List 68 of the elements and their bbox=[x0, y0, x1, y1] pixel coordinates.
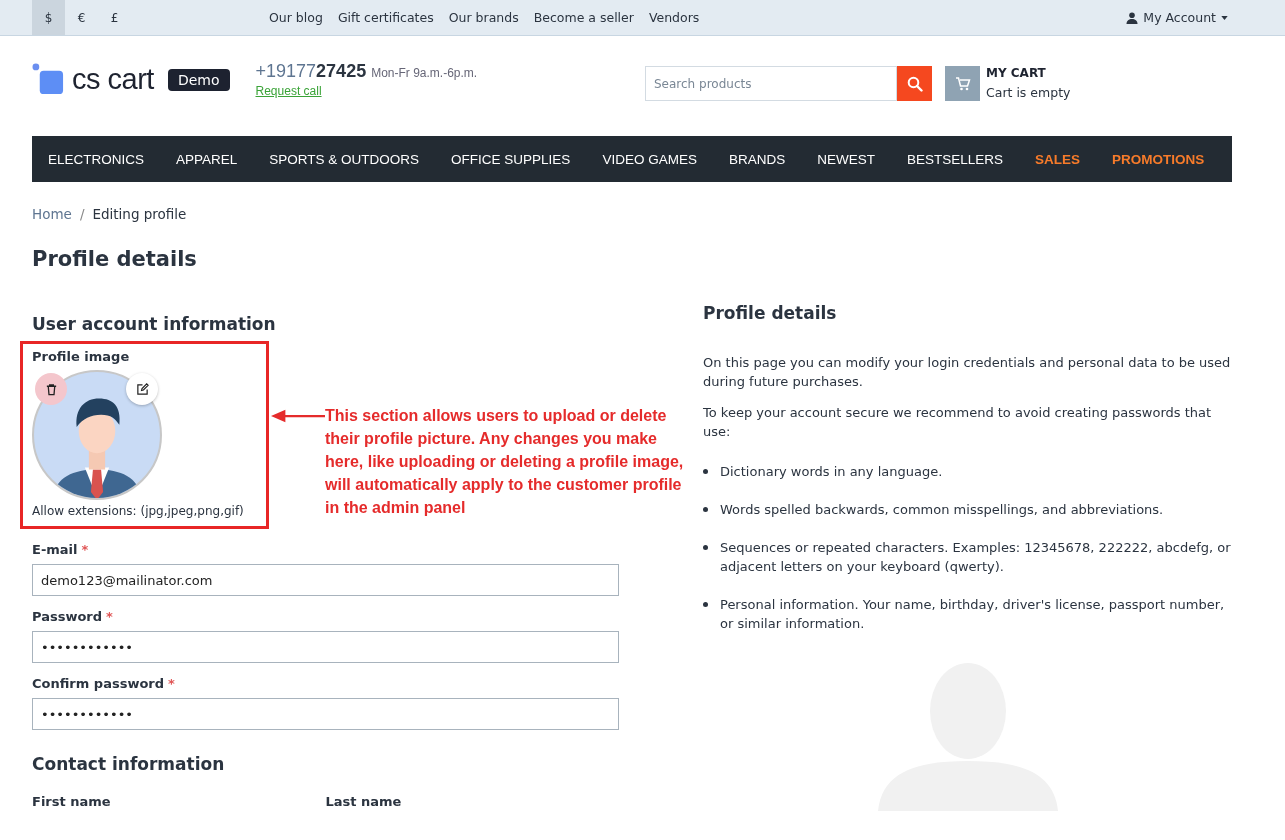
page-title: Profile details bbox=[32, 247, 198, 271]
required-mark: * bbox=[81, 542, 89, 557]
top-link[interactable]: Become a seller bbox=[533, 10, 634, 25]
menu-item[interactable]: VIDEO GAMES bbox=[602, 151, 697, 167]
bullet-icon bbox=[703, 507, 708, 512]
extensions-hint: Allow extensions: (jpg,jpeg,png,gif) bbox=[32, 504, 245, 518]
menu-item[interactable]: PROMOTIONS bbox=[1112, 151, 1205, 167]
top-link[interactable]: Our brands bbox=[448, 10, 519, 25]
cart-status: Cart is empty bbox=[986, 85, 1071, 100]
input-field[interactable]: demo123@mailinator.com bbox=[32, 564, 619, 596]
breadcrumb-link[interactable]: Home bbox=[32, 206, 72, 222]
edit-image-button[interactable] bbox=[126, 373, 158, 405]
menu-item[interactable]: ELECTRONICS bbox=[48, 151, 145, 167]
cart-title[interactable]: MY CART bbox=[986, 66, 1071, 80]
search-icon bbox=[906, 75, 923, 92]
menu-item[interactable]: SPORTS & OUTDOORS bbox=[269, 151, 420, 167]
user-icon bbox=[1126, 11, 1139, 24]
currency-option[interactable]: $ bbox=[32, 0, 65, 35]
logo-icon bbox=[32, 63, 65, 96]
info-paragraph: To keep your account secure we recommend to avoid creating passwords that use: bbox=[703, 404, 1213, 441]
top-link[interactable]: Gift certificates bbox=[337, 10, 434, 25]
info-paragraph: On this page you can modify your login credentials and personal data to be used during future purchases. bbox=[703, 354, 1232, 391]
bullet-icon bbox=[703, 545, 708, 550]
phone-number: +1917727425 bbox=[255, 61, 367, 82]
sidebar-title: Profile details bbox=[703, 303, 838, 323]
bullet-icon bbox=[703, 469, 708, 474]
section-title: User account information bbox=[32, 314, 277, 334]
caret-icon bbox=[1221, 15, 1228, 20]
top-link[interactable]: Our blog bbox=[269, 10, 323, 25]
bullet-text: Words spelled backwards, common misspellings, and abbreviations. bbox=[720, 501, 1164, 519]
search-button[interactable] bbox=[897, 66, 932, 101]
bullet-text: Sequences or repeated characters. Examples: 12345678, 222222, abcdefg, or adjacent letters on your keyboard (qwerty). bbox=[720, 539, 1232, 576]
edit-icon bbox=[135, 382, 149, 396]
menu-item[interactable]: BRANDS bbox=[728, 151, 786, 167]
account-link[interactable]: My Account bbox=[1143, 10, 1216, 25]
field-label: Last name bbox=[325, 794, 403, 809]
required-mark: * bbox=[168, 676, 175, 691]
field-label: Password bbox=[32, 609, 103, 624]
search-field[interactable]: Search products bbox=[645, 66, 897, 101]
annotation-text: This section allows users to upload or delete their profile picture. Any changes you make here, like uploading or deleting a profile image, will automatically apply to the customer profile in the admin panel bbox=[325, 406, 685, 518]
bullet-icon bbox=[703, 602, 708, 607]
menu-item[interactable]: NEWEST bbox=[817, 151, 875, 167]
bullet-text: Dictionary words in any language. bbox=[720, 463, 943, 481]
breadcrumb-current: Editing profile bbox=[92, 206, 187, 222]
trash-icon bbox=[44, 382, 58, 396]
annotation-arrow bbox=[271, 408, 325, 424]
working-hours: Mon-Fr 9a.m.-6p.m. bbox=[371, 66, 478, 80]
field-label: E-mail bbox=[32, 542, 78, 557]
cart-icon bbox=[954, 76, 971, 91]
section-title: Contact information bbox=[32, 754, 226, 774]
input-field[interactable]: •••••••••••• bbox=[32, 631, 619, 663]
field-label: First name bbox=[32, 794, 112, 809]
field-label: Confirm password bbox=[32, 676, 165, 691]
currency-option[interactable]: £ bbox=[98, 0, 131, 35]
bullet-text: Personal information. Your name, birthday, driver's license, passport number, or similar information. bbox=[720, 596, 1226, 633]
delete-image-button[interactable] bbox=[35, 373, 67, 405]
field-label: Profile image bbox=[32, 349, 131, 364]
menu-item[interactable]: OFFICE SUPPLIES bbox=[451, 151, 571, 167]
breadcrumb-separator: / bbox=[79, 206, 85, 222]
input-field[interactable]: •••••••••••• bbox=[32, 698, 619, 730]
menu-item[interactable]: APPAREL bbox=[176, 151, 238, 167]
currency-option[interactable]: € bbox=[65, 0, 98, 35]
top-link[interactable]: Vendors bbox=[648, 10, 700, 25]
required-mark: * bbox=[106, 609, 113, 624]
logo-text: cs cart bbox=[72, 63, 154, 96]
demo-badge: Demo bbox=[167, 68, 230, 91]
menu-item[interactable]: SALES bbox=[1035, 151, 1080, 167]
menu-item[interactable]: BESTSELLERS bbox=[906, 151, 1003, 167]
